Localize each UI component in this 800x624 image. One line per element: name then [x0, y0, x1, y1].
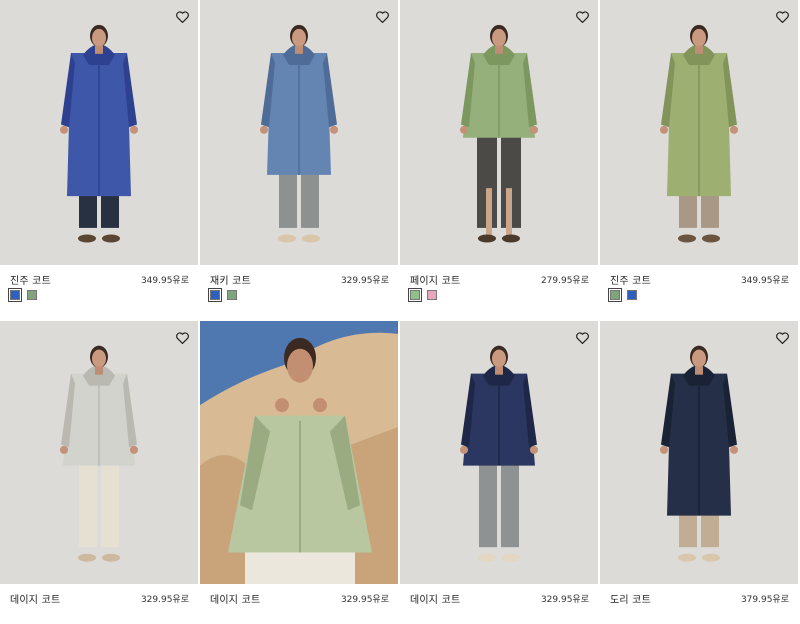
- product-name[interactable]: 재키 코트: [210, 272, 251, 287]
- product-name[interactable]: 페이지 코트: [410, 272, 460, 287]
- product-grid: 진주 코트 349.95유로 재키 코트 329.95유로 페이지 코트 279.95유로…: [0, 0, 800, 606]
- product-card[interactable]: 데이지 코트 329.95유로: [0, 321, 198, 624]
- product-card[interactable]: 재키 코트 329.95유로: [200, 0, 398, 305]
- product-image[interactable]: [0, 0, 198, 265]
- product-image[interactable]: [600, 0, 798, 265]
- heart-icon[interactable]: [576, 332, 589, 344]
- product-image[interactable]: [600, 321, 798, 584]
- product-price: 279.95유로: [540, 276, 589, 286]
- product-info: 페이지 코트 279.95유로: [400, 265, 598, 305]
- color-swatch-blue[interactable]: [627, 290, 637, 300]
- product-price: 349.95유로: [140, 276, 189, 286]
- heart-icon[interactable]: [176, 11, 189, 23]
- heart-icon[interactable]: [576, 11, 589, 23]
- product-card[interactable]: 도리 코트 379.95유로: [600, 321, 798, 624]
- product-info: 데이지 코트 329.95유로: [200, 584, 398, 624]
- heart-icon[interactable]: [776, 11, 789, 23]
- product-image[interactable]: [200, 321, 398, 584]
- product-info: 도리 코트 379.95유로: [600, 584, 798, 624]
- product-name[interactable]: 진주 코트: [10, 272, 51, 287]
- product-card[interactable]: 진주 코트 349.95유로: [0, 0, 198, 305]
- product-card[interactable]: 진주 코트 349.95유로: [600, 0, 798, 305]
- color-swatch-green[interactable]: [227, 290, 237, 300]
- heart-icon[interactable]: [376, 11, 389, 23]
- color-swatch-pink[interactable]: [427, 290, 437, 300]
- color-swatch-blue[interactable]: [208, 288, 222, 302]
- product-info: 진주 코트 349.95유로: [0, 265, 198, 305]
- product-info: 재키 코트 329.95유로: [200, 265, 398, 305]
- color-swatches: [8, 288, 37, 302]
- product-name[interactable]: 진주 코트: [610, 272, 651, 287]
- color-swatch-green[interactable]: [27, 290, 37, 300]
- product-price: 349.95유로: [740, 276, 789, 286]
- heart-icon[interactable]: [776, 332, 789, 344]
- product-info: 데이지 코트 329.95유로: [0, 584, 198, 624]
- color-swatch-green[interactable]: [408, 288, 422, 302]
- color-swatches: [408, 288, 437, 302]
- product-image[interactable]: [400, 321, 598, 584]
- product-card[interactable]: 데이지 코트 329.95유로: [400, 321, 598, 624]
- product-card[interactable]: 페이지 코트 279.95유로: [400, 0, 598, 305]
- product-info: 데이지 코트 329.95유로: [400, 584, 598, 624]
- color-swatches: [608, 288, 637, 302]
- heart-icon[interactable]: [176, 332, 189, 344]
- product-image[interactable]: [400, 0, 598, 265]
- color-swatches: [208, 288, 237, 302]
- product-image[interactable]: [0, 321, 198, 584]
- product-card[interactable]: 데이지 코트 329.95유로: [200, 321, 398, 624]
- color-swatch-blue[interactable]: [8, 288, 22, 302]
- color-swatch-green[interactable]: [608, 288, 622, 302]
- product-price: 329.95유로: [340, 276, 389, 286]
- product-image[interactable]: [200, 0, 398, 265]
- product-info: 진주 코트 349.95유로: [600, 265, 798, 305]
